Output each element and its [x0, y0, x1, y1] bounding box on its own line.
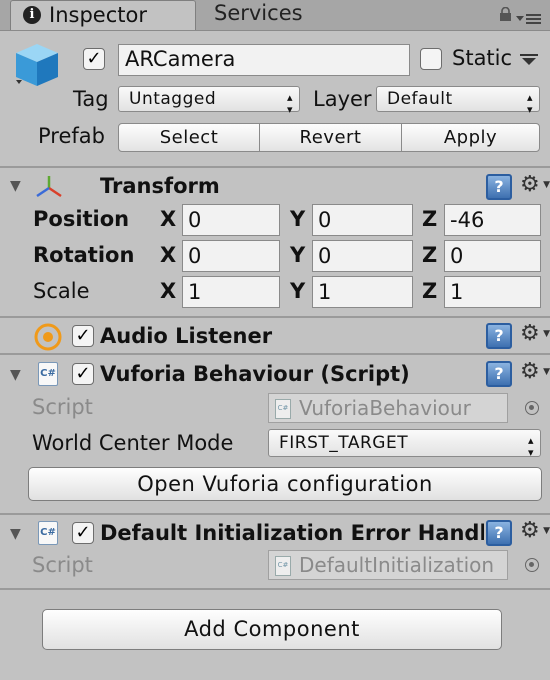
gameobject-cube-icon — [16, 44, 58, 86]
axis-x-label[interactable]: X — [160, 243, 176, 267]
tag-dropdown[interactable]: Untagged ▴ ▾ — [118, 86, 300, 116]
script-file-icon: C# — [275, 556, 291, 576]
object-picker-icon[interactable] — [525, 401, 539, 415]
lock-icon[interactable] — [499, 7, 512, 21]
position-y-field[interactable]: 0 — [312, 204, 413, 236]
vuforia-script-label: Script — [32, 395, 93, 419]
active-checkbox[interactable]: ✓ — [83, 48, 105, 70]
prefab-label: Prefab — [38, 124, 105, 148]
world-center-mode-value: FIRST_TARGET — [279, 433, 409, 453]
rotation-y-field[interactable]: 0 — [312, 240, 413, 272]
audio-listener-title: Audio Listener — [100, 324, 273, 348]
world-center-mode-dropdown[interactable]: FIRST_TARGET ▴ ▾ — [268, 429, 541, 459]
updown-arrows-icon: ▴ ▾ — [286, 91, 293, 116]
layer-dropdown[interactable]: Default ▴ ▾ — [376, 86, 540, 116]
default-init-title: Default Initialization Error Handle — [100, 521, 484, 545]
transform-axes-icon — [36, 176, 62, 198]
gear-icon[interactable]: ⚙ ▼ — [520, 519, 550, 545]
default-init-script-label: Script — [32, 553, 93, 577]
static-dropdown-icon[interactable] — [520, 54, 538, 66]
position-x-field[interactable]: 0 — [182, 204, 280, 236]
object-picker-icon[interactable] — [525, 558, 539, 572]
audio-listener-enabled-checkbox[interactable]: ✓ — [72, 325, 94, 347]
help-icon[interactable]: ? — [486, 361, 512, 387]
gear-icon[interactable]: ⚙ ▼ — [520, 360, 550, 386]
tab-inspector-label: Inspector — [49, 3, 147, 27]
menu-icon[interactable] — [516, 11, 542, 27]
position-label: Position — [33, 207, 130, 231]
divider — [0, 588, 550, 590]
gear-icon[interactable]: ⚙ ▼ — [520, 173, 550, 199]
default-init-script-value: DefaultInitialization — [299, 553, 495, 577]
vuforia-foldout-icon[interactable]: ▼ — [10, 367, 21, 383]
tab-inspector[interactable]: i Inspector — [10, 0, 196, 30]
gear-icon[interactable]: ⚙ ▼ — [520, 322, 550, 348]
prefab-apply-button[interactable]: Apply — [401, 123, 540, 152]
tag-value: Untagged — [129, 89, 217, 109]
info-icon: i — [23, 6, 41, 24]
audio-listener-icon — [34, 323, 62, 351]
axis-y-label[interactable]: Y — [290, 279, 305, 303]
static-checkbox[interactable] — [420, 48, 442, 70]
default-init-foldout-icon[interactable]: ▼ — [10, 526, 21, 542]
default-init-script-field[interactable]: C# DefaultInitialization — [268, 550, 508, 580]
help-icon[interactable]: ? — [486, 520, 512, 546]
scale-z-field[interactable]: 1 — [444, 276, 541, 308]
help-icon[interactable]: ? — [486, 323, 512, 349]
scale-y-field[interactable]: 1 — [312, 276, 413, 308]
layer-value: Default — [387, 89, 453, 109]
rotation-x-field[interactable]: 0 — [182, 240, 280, 272]
updown-arrows-icon: ▴ ▾ — [527, 434, 534, 459]
vuforia-script-field[interactable]: C# VuforiaBehaviour — [268, 393, 508, 423]
prefab-revert-button[interactable]: Revert — [259, 123, 402, 152]
axis-y-label[interactable]: Y — [290, 243, 305, 267]
world-center-mode-label: World Center Mode — [32, 431, 234, 455]
csharp-script-icon: C# — [38, 362, 58, 386]
vuforia-title: Vuforia Behaviour (Script) — [100, 362, 410, 386]
open-vuforia-config-button[interactable]: Open Vuforia configuration — [28, 467, 542, 501]
axis-z-label[interactable]: Z — [422, 243, 437, 267]
object-name-field[interactable]: ARCamera — [118, 44, 410, 76]
tag-label: Tag — [73, 87, 109, 111]
vuforia-script-value: VuforiaBehaviour — [299, 396, 471, 420]
axis-z-label[interactable]: Z — [422, 207, 437, 231]
divider — [0, 166, 550, 168]
transform-title: Transform — [100, 174, 220, 198]
axis-z-label[interactable]: Z — [422, 279, 437, 303]
static-label: Static — [452, 46, 513, 70]
updown-arrows-icon: ▴ ▾ — [526, 91, 533, 116]
divider — [0, 513, 550, 515]
csharp-script-icon: C# — [38, 521, 58, 545]
add-component-button[interactable]: Add Component — [42, 609, 502, 650]
transform-foldout-icon[interactable]: ▼ — [10, 178, 21, 194]
scale-label: Scale — [33, 279, 90, 303]
position-z-field[interactable]: -46 — [444, 204, 541, 236]
tab-services-label: Services — [214, 1, 303, 25]
script-file-icon: C# — [275, 399, 291, 419]
layer-label: Layer — [313, 87, 372, 111]
divider — [0, 353, 550, 355]
axis-y-label[interactable]: Y — [290, 207, 305, 231]
rotation-label: Rotation — [33, 243, 135, 267]
axis-x-label[interactable]: X — [160, 207, 176, 231]
divider — [0, 316, 550, 318]
vuforia-enabled-checkbox[interactable]: ✓ — [72, 363, 94, 385]
default-init-enabled-checkbox[interactable]: ✓ — [72, 522, 94, 544]
axis-x-label[interactable]: X — [160, 279, 176, 303]
rotation-z-field[interactable]: 0 — [444, 240, 541, 272]
help-icon[interactable]: ? — [486, 174, 512, 200]
prefab-select-button[interactable]: Select — [118, 123, 260, 152]
scale-x-field[interactable]: 1 — [182, 276, 280, 308]
